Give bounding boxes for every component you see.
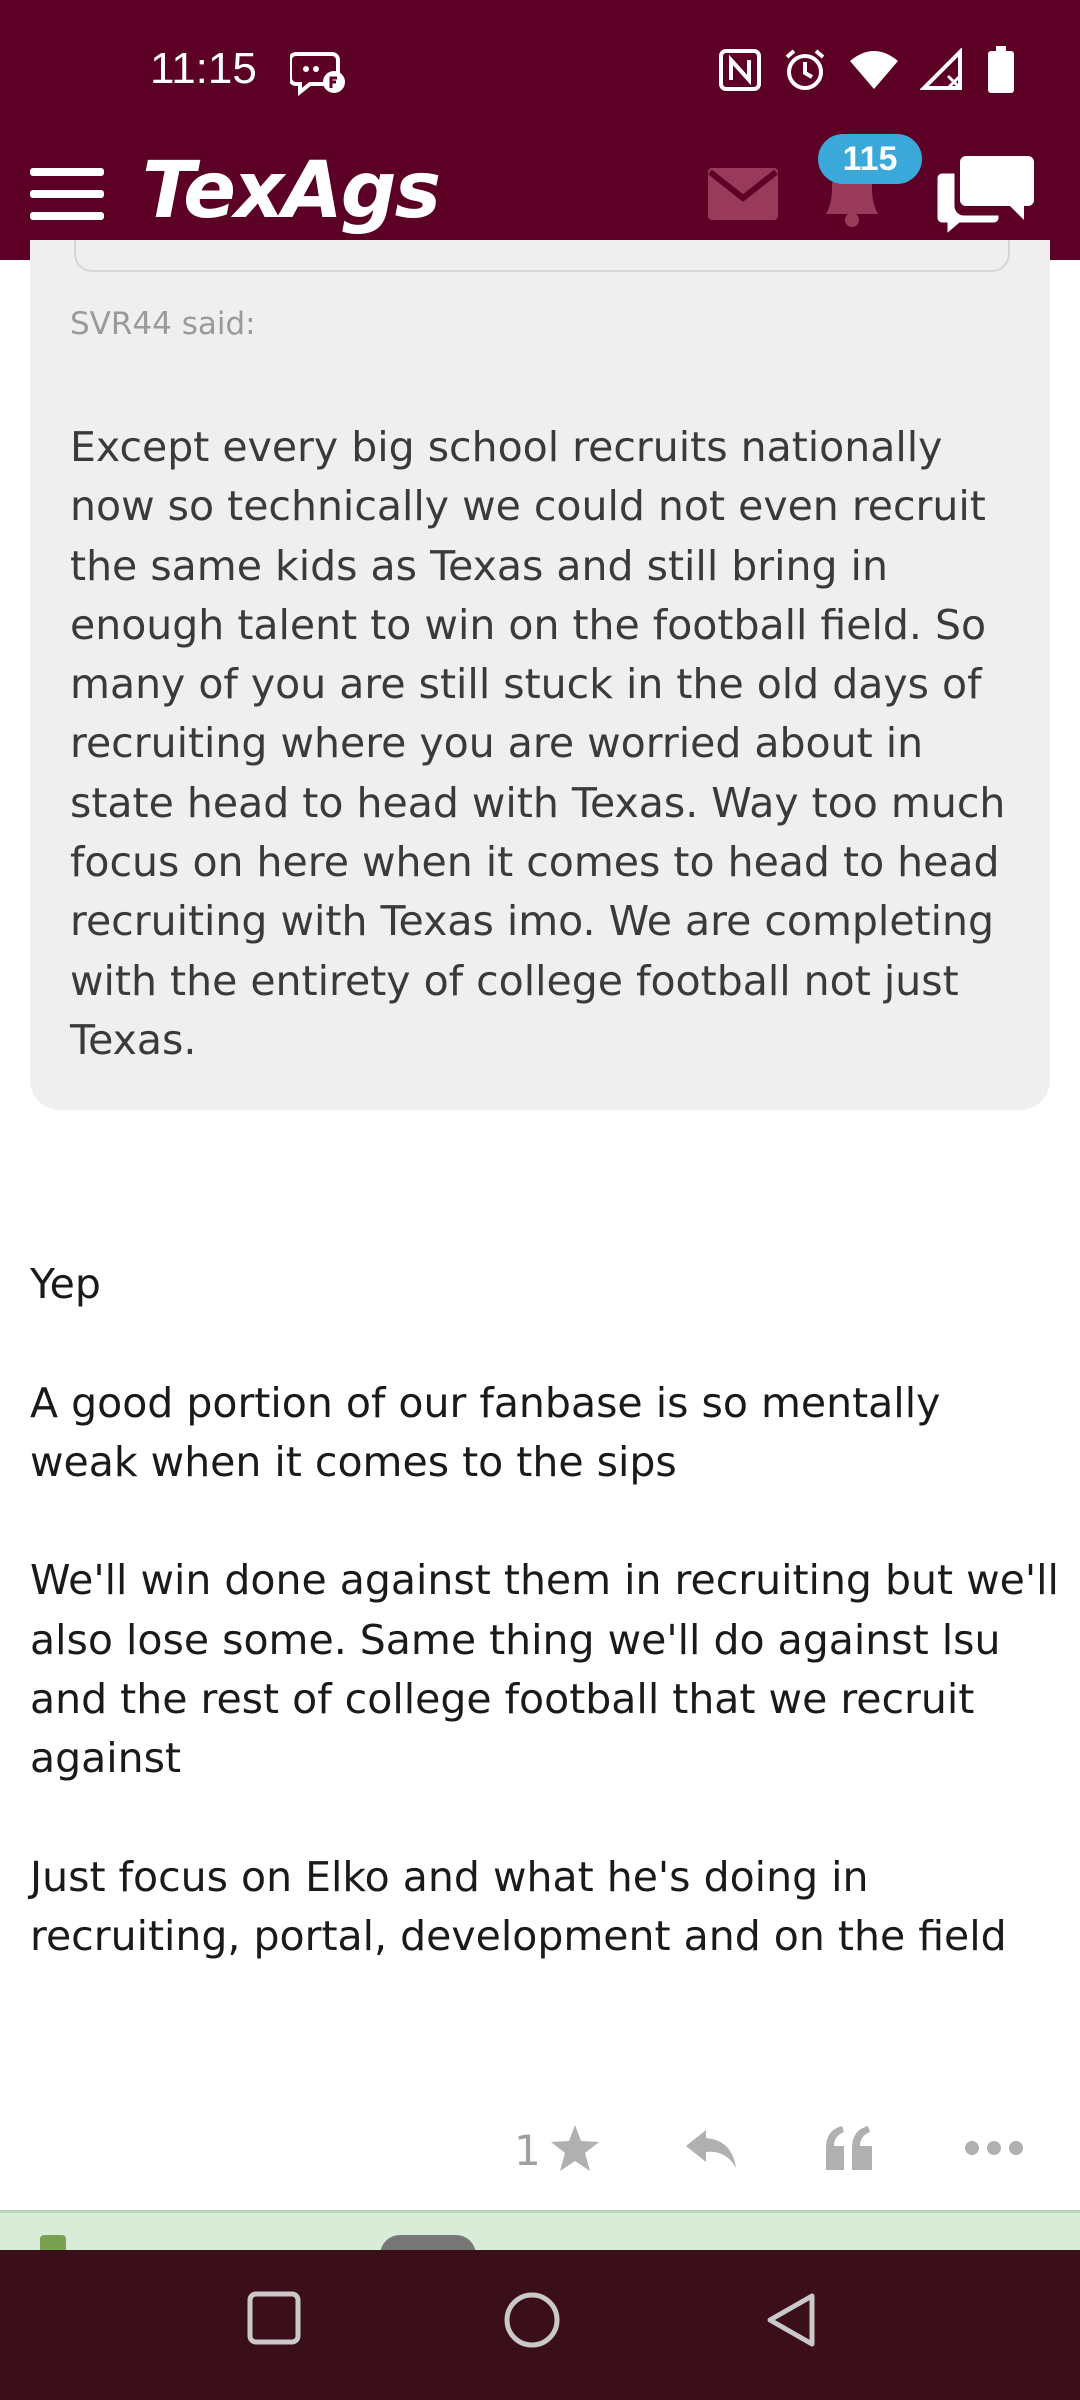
post-body: Yep A good portion of our fanbase is so … — [30, 1255, 1060, 2026]
reply-button[interactable] — [684, 2110, 738, 2190]
chat-icon[interactable] — [934, 150, 1036, 240]
recents-button[interactable] — [246, 2290, 302, 2350]
messenger-icon — [288, 48, 346, 100]
quote-button[interactable] — [824, 2110, 874, 2190]
like-button[interactable]: 1 — [514, 2110, 601, 2190]
back-button[interactable] — [762, 2290, 818, 2354]
notification-badge[interactable]: 115 — [818, 134, 922, 184]
post-actions: 1 — [0, 2110, 1080, 2190]
signal-icon — [919, 47, 966, 96]
nested-quote-edge — [74, 240, 1010, 272]
mail-icon[interactable] — [706, 166, 780, 226]
post-paragraph: Yep — [30, 1260, 101, 1308]
next-post-header[interactable] — [0, 2210, 1080, 2253]
star-icon — [549, 2123, 601, 2177]
like-count: 1 — [514, 2125, 541, 2175]
hamburger-line — [30, 190, 104, 198]
alarm-icon — [782, 47, 828, 97]
system-nav-bar — [0, 2250, 1080, 2400]
texags-logo[interactable]: TexAgs — [142, 146, 441, 236]
nfc-icon — [718, 48, 762, 96]
quote-text: Except every big school recruits nationa… — [70, 423, 1006, 1064]
hamburger-line — [30, 212, 104, 220]
reply-icon — [684, 2126, 738, 2174]
wifi-icon — [848, 49, 900, 95]
status-bar: 11:15 — [0, 0, 1080, 144]
quote-author: SVR44 said: — [70, 306, 256, 342]
post-paragraph: We'll win done against them in recruitin… — [30, 1556, 1059, 1783]
post-paragraph: A good portion of our fanbase is so ment… — [30, 1378, 941, 1486]
status-time: 11:15 — [150, 44, 257, 93]
quote-icon — [824, 2124, 874, 2176]
home-button[interactable] — [502, 2290, 562, 2354]
menu-button[interactable] — [30, 158, 108, 236]
battery-icon — [986, 46, 1016, 98]
hamburger-icon — [30, 168, 104, 176]
more-icon — [964, 2140, 1024, 2160]
quote-block: SVR44 said: Except every big school recr… — [30, 240, 1050, 1110]
post-paragraph: Just focus on Elko and what he's doing i… — [30, 1852, 1007, 1961]
more-options-button[interactable] — [964, 2110, 1024, 2190]
